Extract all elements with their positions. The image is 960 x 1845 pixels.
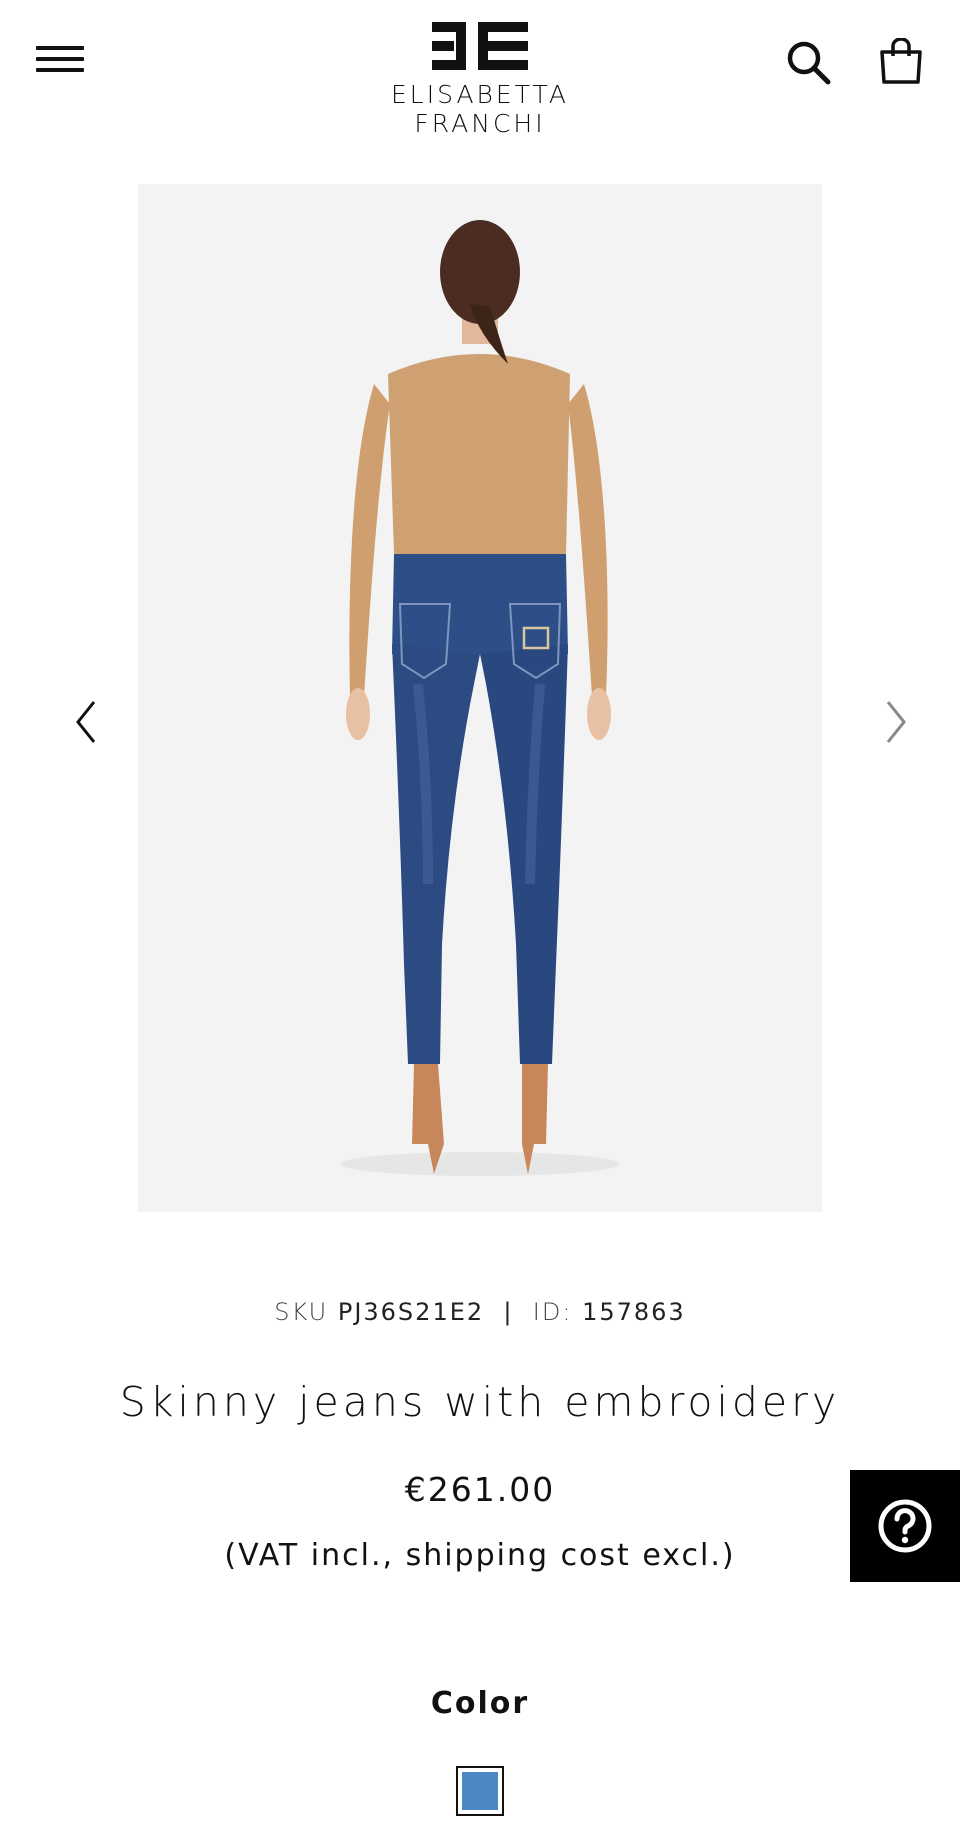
sku-value: PJ36S21E2 (337, 1298, 485, 1326)
model-illustration (138, 184, 822, 1212)
shopping-bag-icon[interactable] (878, 37, 924, 86)
help-circle-icon (878, 1499, 932, 1553)
product-price: €261.00 (404, 1470, 556, 1509)
color-swatch-fill (462, 1772, 498, 1810)
color-swatch-selected[interactable] (456, 1766, 504, 1816)
id-value: 157863 (582, 1298, 686, 1326)
product-gallery (0, 184, 960, 1212)
vat-note: (VAT incl., shipping cost excl.) (224, 1538, 736, 1573)
chevron-left-icon[interactable] (66, 692, 106, 752)
color-label: Color (430, 1686, 530, 1721)
chevron-right-icon[interactable] (876, 692, 916, 752)
product-image[interactable] (138, 184, 822, 1212)
brand-logo[interactable]: ELISABETTA FRANCHI (320, 22, 640, 138)
site-header: ELISABETTA FRANCHI (0, 0, 960, 140)
brand-logo-mark-icon (432, 22, 528, 70)
product-title: Skinny jeans with embroidery (119, 1378, 841, 1426)
id-label: ID: (532, 1298, 573, 1326)
sku-separator: | (503, 1298, 514, 1326)
search-icon[interactable] (784, 38, 832, 86)
help-button[interactable] (850, 1470, 960, 1582)
sku-label: SKU (274, 1298, 329, 1326)
sku-line: SKU PJ36S21E2 | ID: 157863 (0, 1298, 960, 1326)
brand-name: ELISABETTA FRANCHI (391, 80, 569, 138)
hamburger-menu-icon[interactable] (36, 42, 86, 76)
